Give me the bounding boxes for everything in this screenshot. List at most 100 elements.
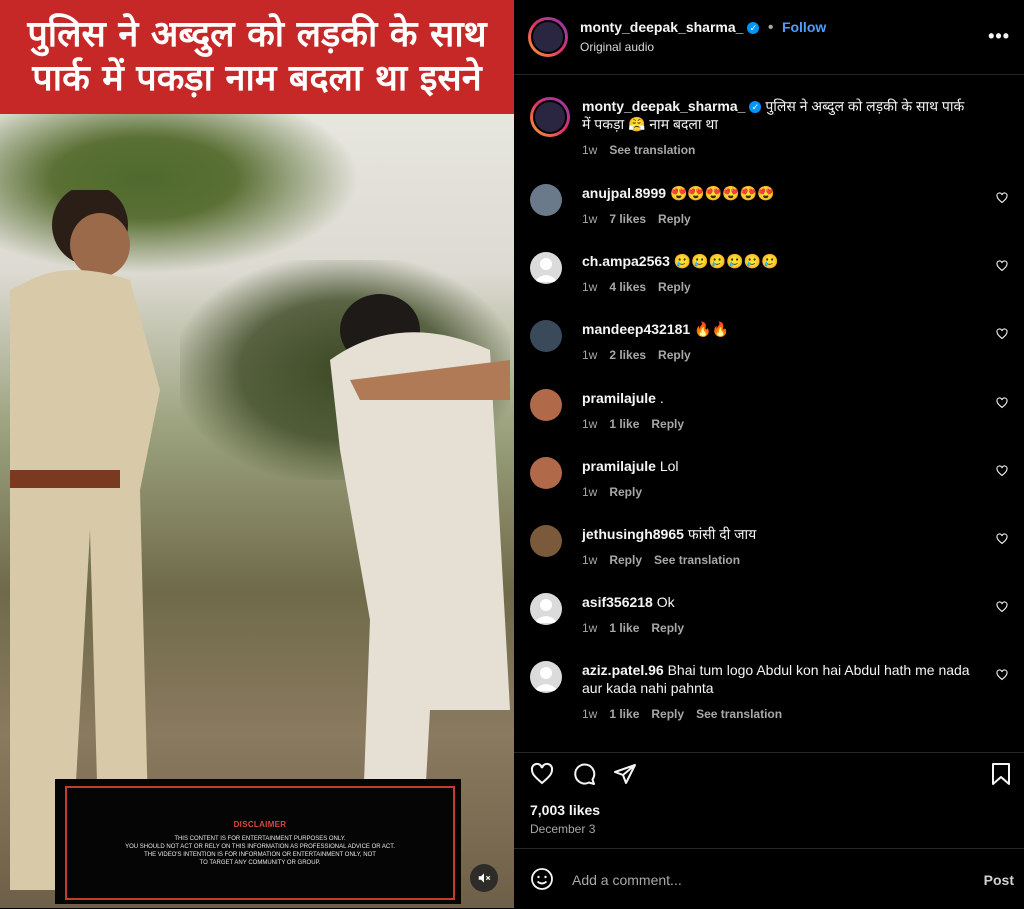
original-audio-link[interactable]: Original audio <box>580 40 654 54</box>
comment-likes-count[interactable]: 1 like <box>609 707 639 721</box>
comment-text: asif356218 Ok <box>582 593 970 611</box>
banner-line-2: पार्क में पकड़ा नाम बदला था इसने <box>32 58 482 99</box>
add-comment-bar: Add a comment... Post <box>514 848 1024 909</box>
reply-button[interactable]: Reply <box>651 417 684 431</box>
disclaimer-title: DISCLAIMER <box>233 819 287 829</box>
more-options-icon[interactable]: ••• <box>988 26 1010 47</box>
comment-username[interactable]: pramilajule <box>582 458 656 474</box>
comment-meta: 1w 1 like Reply <box>582 621 696 635</box>
reply-button[interactable]: Reply <box>651 621 684 635</box>
comment-likes-count[interactable]: 2 likes <box>609 348 646 362</box>
comment-username[interactable]: ch.ampa2563 <box>582 253 670 269</box>
reply-button[interactable]: Reply <box>658 348 691 362</box>
comment-body: फांसी दी जाय <box>687 526 757 542</box>
post-date: December 3 <box>530 822 596 836</box>
add-comment-input[interactable]: Add a comment... <box>572 872 682 888</box>
commenter-avatar[interactable] <box>530 661 562 693</box>
disclaimer-line: THIS CONTENT IS FOR ENTERTAINMENT PURPOS… <box>174 835 346 842</box>
comment-meta: 1w Reply <box>582 485 654 499</box>
post-caption: monty_deepak_sharma_ ✓ पुलिस ने अब्दुल को… <box>530 97 1010 161</box>
commenter-avatar[interactable] <box>530 389 562 421</box>
comment-likes-count[interactable]: 7 likes <box>609 212 646 226</box>
comment-username[interactable]: anujpal.8999 <box>582 185 666 201</box>
comment-item: asif356218 Ok 1w 1 like Reply <box>530 593 1010 653</box>
comment-time: 1w <box>582 553 598 567</box>
comment-meta: 1w 2 likes Reply <box>582 348 703 362</box>
comment-username[interactable]: aziz.patel.96 <box>582 662 664 678</box>
comment-item: anujpal.8999 😍😍😍😍😍😍 1w 7 likes Reply <box>530 184 1010 244</box>
follow-button[interactable]: Follow <box>782 19 826 35</box>
video-title-banner: पुलिस ने अब्दुल को लड़की के साथ पार्क मे… <box>0 0 514 114</box>
commenter-avatar[interactable] <box>530 457 562 489</box>
commenter-avatar[interactable] <box>530 252 562 284</box>
see-translation-link[interactable]: See translation <box>609 143 695 157</box>
share-paper-plane-icon[interactable] <box>613 762 637 786</box>
comment-like-heart-icon[interactable] <box>996 669 1008 681</box>
post-header: monty_deepak_sharma_ ✓ • Follow Original … <box>514 0 1024 75</box>
comment-like-heart-icon[interactable] <box>996 328 1008 340</box>
author-username[interactable]: monty_deepak_sharma_ <box>580 19 743 35</box>
comment-likes-count[interactable]: 4 likes <box>609 280 646 294</box>
separator-dot: • <box>767 19 774 36</box>
author-avatar[interactable] <box>528 17 568 57</box>
comment-item: mandeep432181 🔥🔥 1w 2 likes Reply <box>530 320 1010 380</box>
comment-username[interactable]: mandeep432181 <box>582 321 690 337</box>
reply-button[interactable]: Reply <box>651 707 684 721</box>
like-heart-icon[interactable] <box>530 762 554 786</box>
header-title-row: monty_deepak_sharma_ ✓ • Follow <box>580 19 826 37</box>
commenter-avatar[interactable] <box>530 593 562 625</box>
comment-time: 1w <box>582 621 598 635</box>
caption-time: 1w <box>582 143 598 157</box>
comment-text: aziz.patel.96 Bhai tum logo Abdul kon ha… <box>582 661 970 697</box>
see-translation-link[interactable]: See translation <box>654 553 740 567</box>
reply-button[interactable]: Reply <box>658 280 691 294</box>
commenter-avatar[interactable] <box>530 184 562 216</box>
comment-item: pramilajule . 1w 1 like Reply <box>530 389 1010 449</box>
comment-like-heart-icon[interactable] <box>996 260 1008 272</box>
comment-item: pramilajule Lol 1w Reply <box>530 457 1010 517</box>
comment-like-heart-icon[interactable] <box>996 465 1008 477</box>
comment-username[interactable]: jethusingh8965 <box>582 526 684 542</box>
comment-item: ch.ampa2563 🥲🥲🥲🥲🥲🥲 1w 4 likes Reply <box>530 252 1010 312</box>
likes-count[interactable]: 7,003 likes <box>530 802 600 818</box>
reply-button[interactable]: Reply <box>609 553 642 567</box>
comment-likes-count[interactable]: 1 like <box>609 621 639 635</box>
comment-like-heart-icon[interactable] <box>996 397 1008 409</box>
reply-button[interactable]: Reply <box>609 485 642 499</box>
save-bookmark-icon[interactable] <box>990 762 1012 786</box>
comment-like-heart-icon[interactable] <box>996 601 1008 613</box>
post-comment-button[interactable]: Post <box>984 872 1014 888</box>
emoji-smiley-icon[interactable] <box>530 867 554 891</box>
comment-meta: 1w 7 likes Reply <box>582 212 703 226</box>
comment-like-heart-icon[interactable] <box>996 533 1008 545</box>
comment-likes-count[interactable]: 1 like <box>609 417 639 431</box>
caption-avatar[interactable] <box>530 97 570 137</box>
reply-button[interactable]: Reply <box>658 212 691 226</box>
comment-time: 1w <box>582 417 598 431</box>
comment-item: aziz.patel.96 Bhai tum logo Abdul kon ha… <box>530 661 1010 721</box>
comment-text: ch.ampa2563 🥲🥲🥲🥲🥲🥲 <box>582 252 970 270</box>
verified-badge-icon: ✓ <box>749 101 762 114</box>
comment-like-heart-icon[interactable] <box>996 192 1008 204</box>
banner-line-1: पुलिस ने अब्दुल को लड़की के साथ <box>27 14 487 55</box>
comment-text: jethusingh8965 फांसी दी जाय <box>582 525 970 543</box>
see-translation-link[interactable]: See translation <box>696 707 782 721</box>
comment-text: pramilajule Lol <box>582 457 970 475</box>
comment-body: Ok <box>656 594 675 610</box>
post-media[interactable]: पुलिस ने अब्दुल को लड़की के साथ पार्क मे… <box>0 0 514 908</box>
comment-time: 1w <box>582 348 598 362</box>
comment-body: 🥲🥲🥲🥲🥲🥲 <box>673 253 779 269</box>
comment-username[interactable]: asif356218 <box>582 594 653 610</box>
comment-time: 1w <box>582 280 598 294</box>
mute-button[interactable] <box>470 864 498 892</box>
commenter-avatar[interactable] <box>530 320 562 352</box>
comment-meta: 1w 4 likes Reply <box>582 280 703 294</box>
comment-username[interactable]: pramilajule <box>582 390 656 406</box>
caption-text: monty_deepak_sharma_ ✓ पुलिस ने अब्दुल को… <box>582 97 970 133</box>
caption-username[interactable]: monty_deepak_sharma_ <box>582 98 745 114</box>
commenter-avatar[interactable] <box>530 525 562 557</box>
disclaimer-box: DISCLAIMER THIS CONTENT IS FOR ENTERTAIN… <box>55 779 461 904</box>
comment-meta: 1w 1 like Reply <box>582 417 696 431</box>
comment-body: Lol <box>659 458 679 474</box>
comment-bubble-icon[interactable] <box>572 762 596 786</box>
